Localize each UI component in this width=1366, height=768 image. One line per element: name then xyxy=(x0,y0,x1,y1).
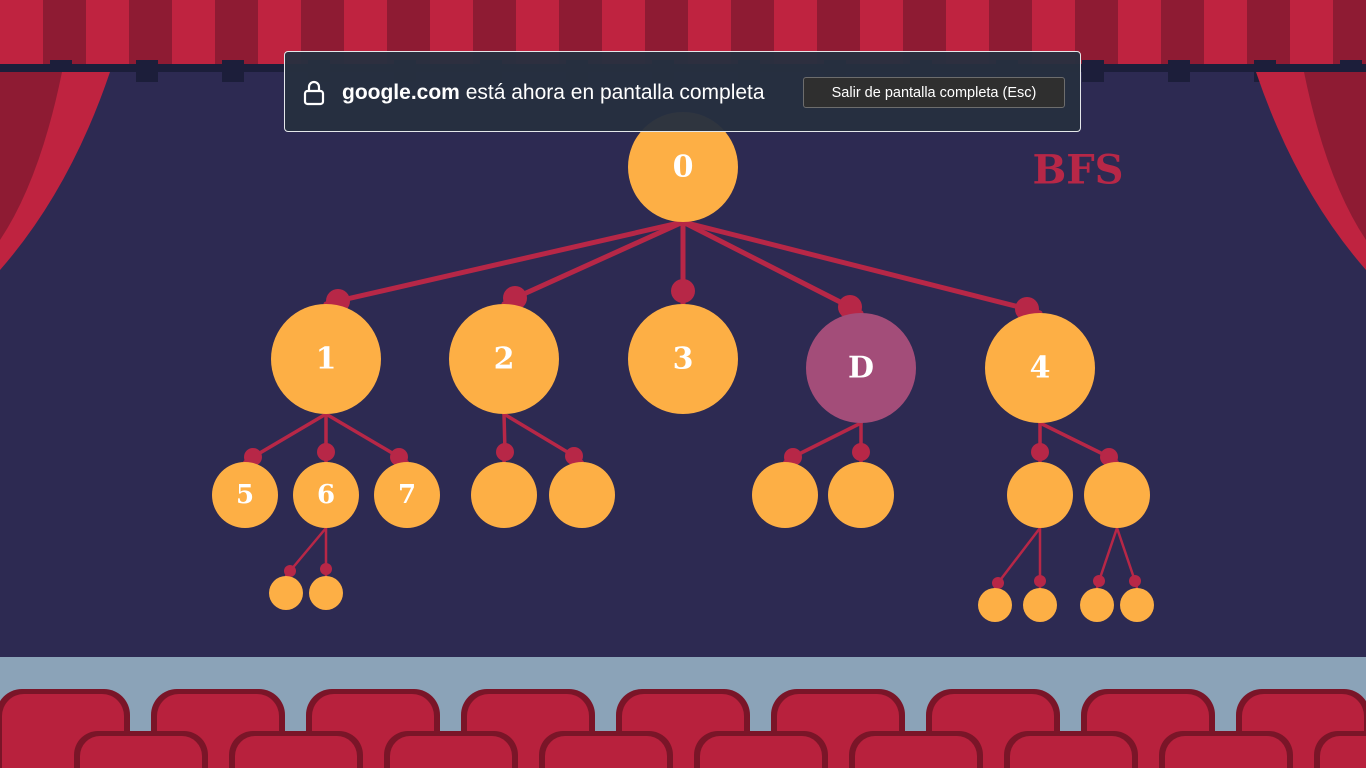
seat xyxy=(855,736,977,768)
tree-node-level2-circle xyxy=(549,462,615,528)
valance-stripe xyxy=(1247,0,1290,66)
tree-node-level2-circle xyxy=(471,462,537,528)
exit-fullscreen-button[interactable]: Salir de pantalla completa (Esc) xyxy=(803,77,1065,108)
tree-node-level2 xyxy=(471,462,537,528)
tree-node-level1: 1 xyxy=(271,304,381,414)
tree-node-level3 xyxy=(978,588,1012,622)
tree-node-level1-label: 4 xyxy=(1030,351,1051,386)
tree-node-level2-circle xyxy=(828,462,894,528)
tree-node-level3 xyxy=(269,576,303,610)
seat xyxy=(390,736,512,768)
tree-node-level3 xyxy=(309,576,343,610)
edge-connector-dot xyxy=(320,563,332,575)
edge-connector-dot xyxy=(852,443,870,461)
edge-connector-dot xyxy=(284,565,296,577)
valance-stripe xyxy=(1204,0,1247,66)
tree-node-level3-circle xyxy=(309,576,343,610)
tree-node-level3-circle xyxy=(1080,588,1114,622)
tree-node-level1-label: 1 xyxy=(316,342,337,377)
valance-tab xyxy=(222,60,244,82)
tree-node-level2: 7 xyxy=(374,462,440,528)
valance-stripe xyxy=(1290,0,1333,66)
tree-node-level2-label: 5 xyxy=(236,480,254,510)
fullscreen-text: está ahora en pantalla completa xyxy=(465,81,765,104)
presentation-stage: 0 1 2 3 D 4 5 6 7 BFS google.com está ahora en p… xyxy=(0,0,1366,768)
seat xyxy=(80,736,202,768)
lock-icon xyxy=(303,80,325,106)
tree-node-level3-circle xyxy=(978,588,1012,622)
tree-node-level3-circle xyxy=(269,576,303,610)
fullscreen-message: google.com está ahora en pantalla comple… xyxy=(342,52,765,133)
tree-node-root-label: 0 xyxy=(673,150,694,185)
tree-node-level2-circle xyxy=(752,462,818,528)
edge-connector-dot xyxy=(317,443,335,461)
fullscreen-notification: google.com está ahora en pantalla comple… xyxy=(284,51,1081,132)
valance-stripe xyxy=(86,0,129,66)
valance-stripe xyxy=(0,0,43,66)
edge-connector-dot xyxy=(1034,575,1046,587)
tree-node-level2-label: 6 xyxy=(317,480,335,510)
fullscreen-domain: google.com xyxy=(342,81,460,104)
tree-node-level2-circle xyxy=(1084,462,1150,528)
tree-node-level2 xyxy=(752,462,818,528)
tree-node-level3 xyxy=(1080,588,1114,622)
tree-node-level2 xyxy=(1007,462,1073,528)
edge-connector-dot xyxy=(1031,443,1049,461)
valance-stripe xyxy=(1075,0,1118,66)
edge-connector-dot xyxy=(496,443,514,461)
valance-stripe xyxy=(172,0,215,66)
tree-node-level1-label: 2 xyxy=(494,342,515,377)
tree-node-level2 xyxy=(828,462,894,528)
valance-stripe xyxy=(1118,0,1161,66)
tree-node-level2-label: 7 xyxy=(398,480,416,510)
tree-node-level1-label: 3 xyxy=(673,342,694,377)
seat xyxy=(700,736,822,768)
tree-node-level3 xyxy=(1023,588,1057,622)
seat xyxy=(1010,736,1132,768)
tree-node-level2: 5 xyxy=(212,462,278,528)
valance-stripe xyxy=(1333,0,1366,66)
edge-connector-dot xyxy=(1129,575,1141,587)
slide-title: BFS xyxy=(1032,147,1123,194)
valance-tab xyxy=(1168,60,1190,82)
tree-node-level3 xyxy=(1120,588,1154,622)
valance-stripe xyxy=(1161,0,1204,66)
tree-node-level1: 3 xyxy=(628,304,738,414)
tree-node-level1: D xyxy=(806,313,916,423)
seat xyxy=(1165,736,1287,768)
tree-node-level2: 6 xyxy=(293,462,359,528)
edge-connector-dot xyxy=(992,577,1004,589)
tree-node-level2-circle xyxy=(1007,462,1073,528)
valance-stripe xyxy=(215,0,258,66)
valance-stripe xyxy=(129,0,172,66)
seat xyxy=(235,736,357,768)
edge-connector-dot xyxy=(1093,575,1105,587)
valance-stripe xyxy=(43,0,86,66)
tree-node-level2 xyxy=(1084,462,1150,528)
edge-connector-dot xyxy=(671,279,695,303)
valance-tab xyxy=(1082,60,1104,82)
tree-node-level1: 4 xyxy=(985,313,1095,423)
tree-node-level1-label: D xyxy=(848,351,874,386)
seat xyxy=(545,736,667,768)
tree-node-level1: 2 xyxy=(449,304,559,414)
tree-node-level3-circle xyxy=(1120,588,1154,622)
valance-tab xyxy=(136,60,158,82)
tree-node-level3-circle xyxy=(1023,588,1057,622)
tree-node-level2 xyxy=(549,462,615,528)
